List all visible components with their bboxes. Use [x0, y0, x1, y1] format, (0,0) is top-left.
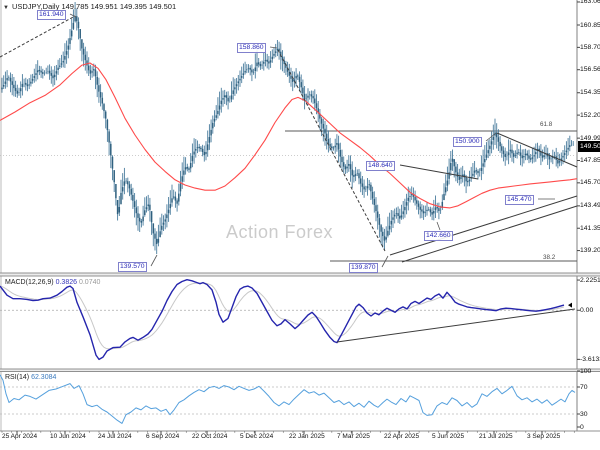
swing-label-145.470[interactable]: 145.470	[505, 195, 534, 205]
macd-axis-label: -3.6133	[580, 355, 600, 363]
price-axis-label: 163.060	[580, 0, 600, 6]
price-axis-label: 143.495	[580, 202, 600, 210]
macd-signal-value: 0.0740	[78, 279, 101, 286]
macd-signal-line	[0, 282, 565, 350]
macd-name: MACD(12,26,9)	[5, 279, 54, 286]
chart-menu-toggle-icon[interactable]: ▼	[3, 5, 9, 11]
rsi-indicator-label: RSI(14) 62.3084	[5, 374, 56, 381]
swing-label-139.570[interactable]: 139.570	[118, 262, 147, 272]
dashed-trendline[interactable]	[0, 15, 76, 58]
date-label: 21 Jul 2025	[479, 433, 513, 440]
time-axis[interactable]: 25 Apr 2024 10 Jun 2024 24 Jul 2024 6 Sep 2…	[0, 433, 600, 450]
macd-line	[0, 279, 565, 361]
price-axis-label: 145.705	[580, 179, 600, 187]
rsi-name: RSI(14)	[5, 374, 30, 381]
current-price-tag: 149.501	[578, 140, 600, 152]
chart-window: Action Forex ▼ USDJPY,Daily 149.785 149.9…	[0, 0, 600, 450]
rsi-axis-label: 0	[580, 423, 584, 431]
macd-main-value: 0.3826	[55, 279, 78, 286]
date-label: 25 Apr 2024	[2, 433, 38, 440]
swing-label-161.940[interactable]: 161.940	[37, 10, 66, 20]
macd-axis-label: 0.00	[580, 306, 594, 314]
macd-axis-label: 2.2251	[580, 276, 600, 284]
swing-label-139.870[interactable]: 139.870	[349, 263, 378, 273]
callout-connector	[150, 254, 158, 267]
price-axis-label: 160.850	[580, 21, 600, 29]
swing-label-158.860[interactable]: 158.860	[237, 43, 266, 53]
rsi-axis-label: 70	[580, 383, 588, 391]
price-axis-label: 139.205	[580, 247, 600, 255]
ohlc-values: 149.785 149.951 149.395 149.501	[61, 2, 177, 11]
chart-title-bar: ▼ USDJPY,Daily 149.785 149.951 149.395 14…	[3, 2, 176, 11]
callout-connector	[436, 221, 441, 231]
date-label: 6 Sep 2024	[146, 433, 180, 440]
price-axis-label: 156.560	[580, 66, 600, 74]
rsi-axis-label: 100	[580, 367, 592, 375]
swing-label-150.900[interactable]: 150.900	[453, 137, 482, 147]
macd-current-marker	[568, 302, 572, 308]
date-label: 5 Jun 2025	[432, 433, 465, 440]
macd-indicator-label: MACD(12,26,9) 0.3826 0.0740	[5, 279, 100, 286]
price-axis-label: 152.205	[580, 111, 600, 119]
callout-connector	[485, 132, 497, 142]
fib-label-38.2[interactable]: 38.2	[543, 254, 555, 261]
swing-label-142.660[interactable]: 142.660	[424, 231, 453, 241]
swing-label-148.640[interactable]: 148.640	[366, 161, 395, 171]
rsi-line	[0, 374, 576, 424]
rsi-value: 62.3084	[31, 374, 57, 381]
price-axis-label: 141.350	[580, 224, 600, 232]
date-label: 7 Mar 2025	[337, 433, 370, 440]
price-axis-label: 147.850	[580, 156, 600, 164]
date-label: 5 Dec 2024	[240, 433, 274, 440]
price-axis-label: 154.350	[580, 89, 600, 97]
date-label: 22 Oct 2024	[192, 433, 228, 440]
ma-line	[0, 62, 578, 209]
trendline[interactable]	[399, 164, 479, 180]
price-axis-label: 158.705	[580, 43, 600, 51]
date-label: 3 Sep 2025	[527, 433, 561, 440]
date-label: 10 Jun 2024	[50, 433, 86, 440]
date-label: 22 Jan 2025	[289, 433, 325, 440]
chart-canvas	[0, 0, 600, 435]
fib-label-61.8[interactable]: 61.8	[540, 121, 552, 128]
date-label: 24 Jul 2024	[98, 433, 132, 440]
rsi-axis-label: 30	[580, 410, 588, 418]
candle-series	[1, 2, 574, 254]
date-label: 22 Apr 2025	[384, 433, 420, 440]
price-axis[interactable]: 163.060 160.850 158.705 156.560 154.350 152.2…	[578, 0, 600, 431]
